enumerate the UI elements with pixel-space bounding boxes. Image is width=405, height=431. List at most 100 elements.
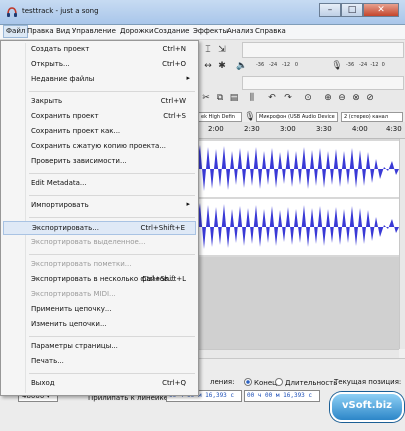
timeline-tick: 3:30 [316, 125, 332, 133]
length-radio-label: Длительность [285, 379, 338, 387]
menu-save-project[interactable]: Сохранить проект Ctrl+S [3, 110, 196, 124]
menu-item-label: Создать проект [31, 45, 90, 53]
menu-edit[interactable]: Правка [25, 27, 56, 35]
menu-analyze[interactable]: Анализ [225, 27, 255, 35]
menu-print[interactable]: Печать... [3, 355, 196, 369]
meter-label: -12 [281, 62, 291, 68]
zoom-in-icon[interactable]: ⊕ [322, 92, 334, 104]
menu-transport[interactable]: Управление [70, 27, 118, 35]
paste-icon[interactable]: ▤ [228, 92, 240, 104]
envelope-tool-icon[interactable]: ⇲ [216, 44, 228, 56]
track-area[interactable] [196, 139, 399, 349]
menu-item-label: Сохранить проект как... [31, 127, 121, 135]
menu-export-labels[interactable]: Экспортировать пометки... [3, 258, 196, 272]
undo-icon[interactable]: ↶ [266, 92, 278, 104]
menu-edit-chains[interactable]: Изменить цепочки... [3, 318, 196, 332]
close-button[interactable]: ✕ [363, 3, 399, 17]
selection-start-label: ления: [210, 378, 235, 386]
selection-end-time[interactable]: 00 ч 00 м 16,393 с [244, 390, 320, 402]
menu-page-setup[interactable]: Параметры страницы... [3, 340, 196, 354]
waveform[interactable] [196, 139, 399, 349]
menu-apply-chain[interactable]: Применить цепочку... [3, 303, 196, 317]
menu-export-midi[interactable]: Экспортировать MIDI... [3, 288, 196, 302]
menu-bar: Файл Правка Вид Управление Дорожки Созда… [0, 25, 405, 40]
menu-item-label: Экспортировать... [32, 224, 99, 232]
menu-close[interactable]: Закрыть Ctrl+W [3, 95, 196, 109]
menu-exit[interactable]: Выход Ctrl+Q [3, 377, 196, 391]
multi-tool-icon[interactable]: ✱ [216, 60, 228, 72]
fit-project-icon[interactable]: ⊘ [364, 92, 376, 104]
menu-export-multiple[interactable]: Экспортировать в несколько файлов... Ctrl… [3, 273, 196, 287]
audacity-logo-icon [7, 7, 17, 17]
menu-item-label: Экспортировать пометки... [31, 260, 132, 268]
vertical-scrollbar[interactable] [399, 139, 405, 349]
microphone-icon: 🎙 [331, 61, 343, 71]
menu-save-compressed-copy[interactable]: Сохранить сжатую копию проекта... [3, 140, 196, 154]
meter-label: -12 [370, 62, 379, 68]
menu-export-selection[interactable]: Экспортировать выделенное... [3, 236, 196, 250]
copy-icon[interactable]: ⧉ [214, 92, 226, 104]
end-radio-label: Конец [254, 379, 277, 387]
menu-edit-metadata[interactable]: Edit Metadata... [3, 177, 196, 191]
menu-item-label: Сохранить проект [31, 112, 99, 120]
channels-select[interactable]: 2 (стерео) канал [341, 112, 403, 122]
host-select[interactable]: ek High Defin [198, 112, 242, 122]
menu-item-shortcut: Ctrl+Shift+E [140, 224, 185, 232]
redo-icon[interactable]: ↷ [282, 92, 294, 104]
menu-export[interactable]: Экспортировать... Ctrl+Shift+E [3, 221, 196, 235]
fit-selection-icon[interactable]: ⊗ [350, 92, 362, 104]
menu-save-project-as[interactable]: Сохранить проект как... [3, 125, 196, 139]
timeline-tick: 2:30 [244, 125, 260, 133]
menu-item-shortcut: Ctrl+O [162, 60, 186, 68]
meter-toolbar[interactable] [242, 76, 404, 90]
timeshift-tool-icon[interactable]: ↔ [202, 60, 214, 72]
meter-label: 0 [381, 62, 385, 68]
timeline-tick: 2:00 [208, 125, 224, 133]
menu-recent-files[interactable]: Недавние файлы ▸ [3, 73, 196, 87]
end-radio[interactable]: Конец [244, 378, 277, 387]
speaker-icon: 🔈 [236, 61, 248, 71]
timeline-tick: 4:30 [386, 125, 402, 133]
menu-item-label: Изменить цепочки... [31, 320, 107, 328]
menu-generate[interactable]: Создание [152, 27, 191, 35]
input-device-select[interactable]: Микрофон (USB Audio Device [256, 112, 338, 122]
menu-item-label: Недавние файлы [31, 75, 95, 83]
menu-item-label: Экспортировать MIDI... [31, 290, 116, 298]
selection-tool-icon[interactable]: ⌶ [202, 44, 214, 56]
meter-label: -24 [358, 62, 368, 68]
cut-icon[interactable]: ✂ [200, 92, 212, 104]
menu-item-label: Edit Metadata... [31, 179, 87, 187]
menu-check-dependencies[interactable]: Проверить зависимости... [3, 155, 196, 169]
horizontal-scrollbar[interactable] [196, 349, 399, 358]
submenu-arrow-icon: ▸ [186, 200, 190, 208]
sync-lock-icon[interactable]: ⊙ [302, 92, 314, 104]
menu-tracks[interactable]: Дорожки [118, 27, 156, 35]
menu-item-label: Параметры страницы... [31, 342, 118, 350]
timeline-tick: 3:00 [280, 125, 296, 133]
file-menu-dropdown: Создать проект Ctrl+N Открыть... Ctrl+O Не… [0, 40, 199, 396]
title-bar: testtrack - just a song – □ ✕ [0, 0, 405, 25]
menu-item-label: Печать... [31, 357, 64, 365]
menu-item-label: Открыть... [31, 60, 70, 68]
minimize-button[interactable]: – [319, 3, 341, 17]
menu-item-label: Экспортировать выделенное... [31, 238, 146, 246]
menu-help[interactable]: Справка [253, 27, 288, 35]
submenu-arrow-icon: ▸ [186, 74, 190, 82]
watermark-logo: vSoft.biz [330, 392, 404, 422]
maximize-button[interactable]: □ [341, 3, 363, 17]
meter-label: -24 [268, 62, 278, 68]
menu-item-label: Выход [31, 379, 55, 387]
playback-meter[interactable] [242, 42, 404, 58]
menu-item-shortcut: Ctrl+Q [162, 379, 186, 387]
menu-open[interactable]: Открыть... Ctrl+O [3, 58, 196, 72]
silence-icon[interactable]: ⫼ [246, 92, 258, 104]
menu-item-label: Проверить зависимости... [31, 157, 127, 165]
menu-import[interactable]: Импортировать ▸ [3, 199, 196, 213]
menu-item-shortcut: Ctrl+Shift+L [142, 275, 186, 283]
zoom-out-icon[interactable]: ⊖ [336, 92, 348, 104]
timeline-ruler[interactable]: 2:00 2:30 3:00 3:30 4:00 4:30 [196, 122, 405, 139]
length-radio[interactable]: Длительность [275, 378, 337, 387]
menu-item-shortcut: Ctrl+S [163, 112, 186, 120]
menu-new-project[interactable]: Создать проект Ctrl+N [3, 43, 196, 57]
meter-label: 0 [294, 62, 299, 68]
